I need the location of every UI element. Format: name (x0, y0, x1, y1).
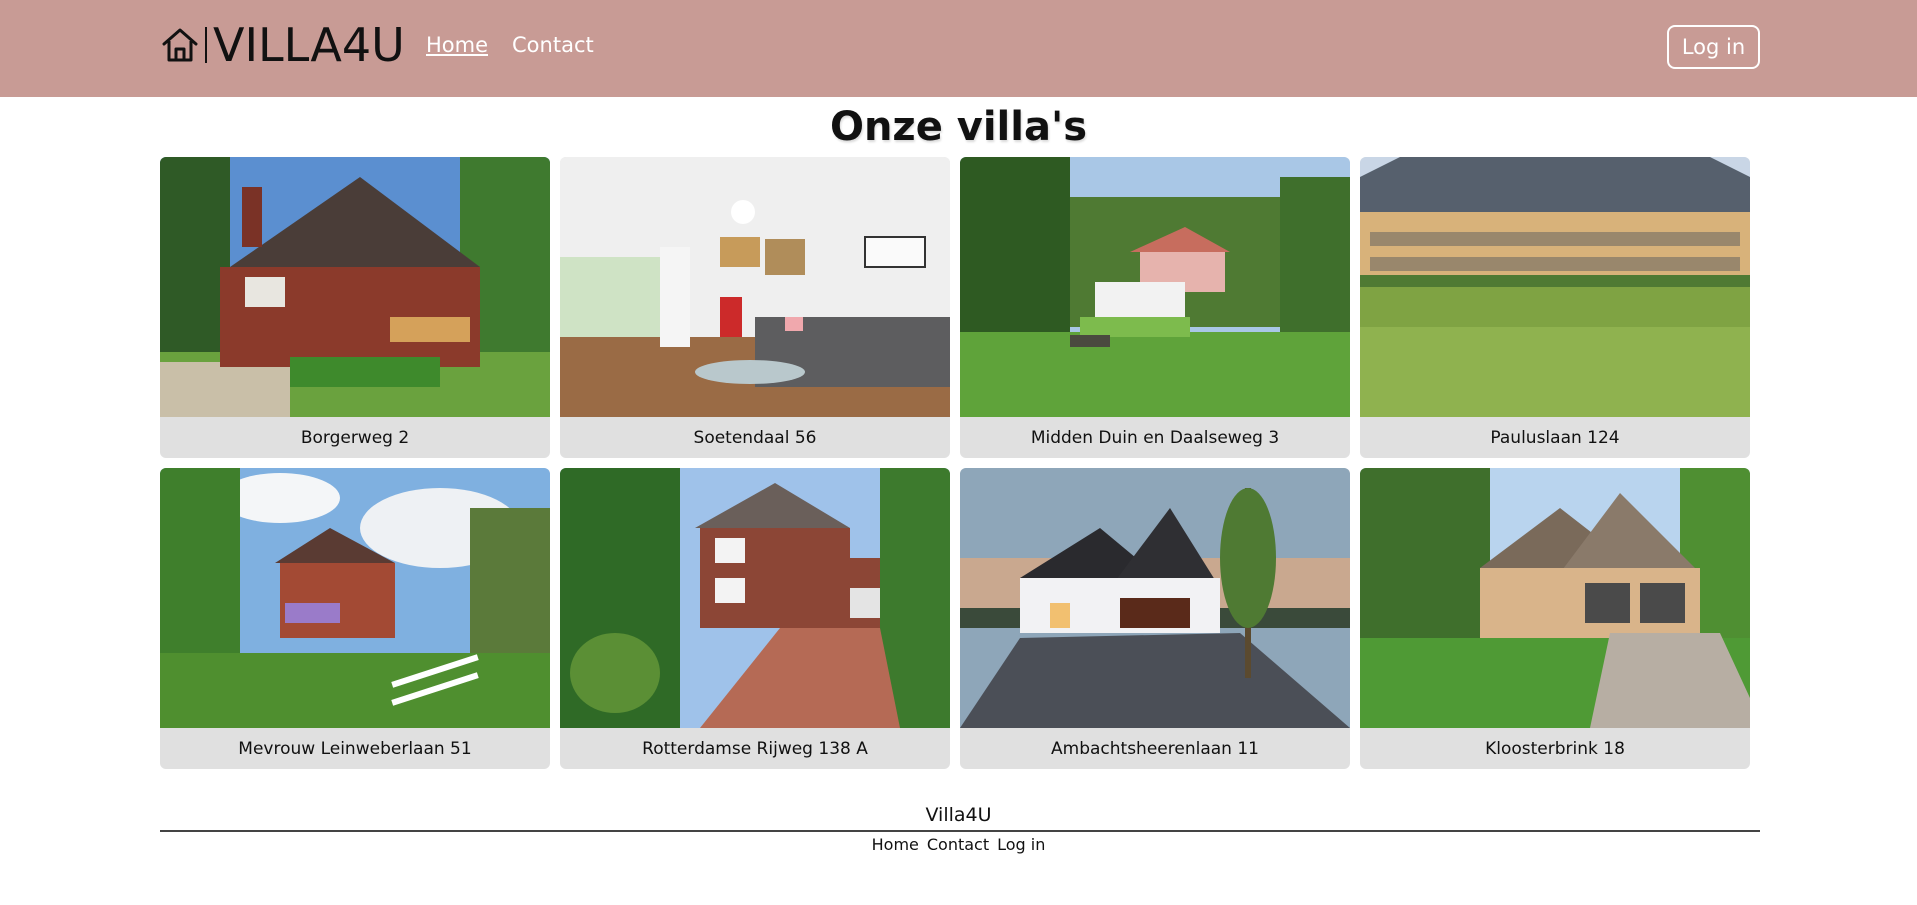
login-button[interactable]: Log in (1667, 25, 1760, 69)
house-icon (162, 28, 198, 62)
footer-title: Villa4U (925, 804, 992, 826)
main-nav: Home Contact (426, 31, 594, 59)
villa-photo (560, 157, 950, 417)
villa-name: Rotterdamse Rijweg 138 A (642, 738, 868, 759)
footer-divider (160, 830, 1760, 832)
nav-home-link[interactable]: Home (426, 31, 488, 59)
villa-name: Borgerweg 2 (300, 427, 410, 448)
villa-photo (960, 468, 1350, 728)
villa-card[interactable]: Borgerweg 2 (160, 157, 550, 458)
page-title: Onze villa's (829, 104, 1088, 150)
villa-photo (960, 157, 1350, 417)
logo[interactable]: VILLA4U (160, 17, 405, 73)
villa-card[interactable]: Mevrouw Leinweberlaan 51 (160, 468, 550, 769)
villa-card[interactable]: Midden Duin en Daalseweg 3 (960, 157, 1350, 458)
villa-card[interactable]: Rotterdamse Rijweg 138 A (560, 468, 950, 769)
villa-name: Ambachtsheerenlaan 11 (1051, 738, 1259, 759)
footer-login-link[interactable]: Log in (997, 834, 1045, 856)
villa-photo (160, 468, 550, 728)
villa-photo (1360, 157, 1750, 417)
logo-divider (205, 27, 207, 63)
villa-name: Mevrouw Leinweberlaan 51 (238, 738, 472, 759)
villa-card[interactable]: Soetendaal 56 (560, 157, 950, 458)
villa-photo (560, 468, 950, 728)
site-header: VILLA4U Home Contact Log in (0, 0, 1917, 97)
nav-contact-link[interactable]: Contact (512, 31, 594, 59)
footer-nav: Home Contact Log in (0, 834, 1917, 856)
villa-photo (1360, 468, 1750, 728)
villa-name: Midden Duin en Daalseweg 3 (1030, 427, 1280, 448)
villa-card[interactable]: Pauluslaan 124 (1360, 157, 1750, 458)
villa-name: Soetendaal 56 (693, 427, 817, 448)
footer-contact-link[interactable]: Contact (927, 834, 989, 856)
villa-photo (160, 157, 550, 417)
villa-name: Pauluslaan 124 (1490, 427, 1620, 448)
villa-card[interactable]: Kloosterbrink 18 (1360, 468, 1750, 769)
villa-name: Kloosterbrink 18 (1485, 738, 1625, 759)
villa-card[interactable]: Ambachtsheerenlaan 11 (960, 468, 1350, 769)
logo-text: VILLA4U (213, 18, 405, 72)
footer-home-link[interactable]: Home (872, 834, 919, 856)
